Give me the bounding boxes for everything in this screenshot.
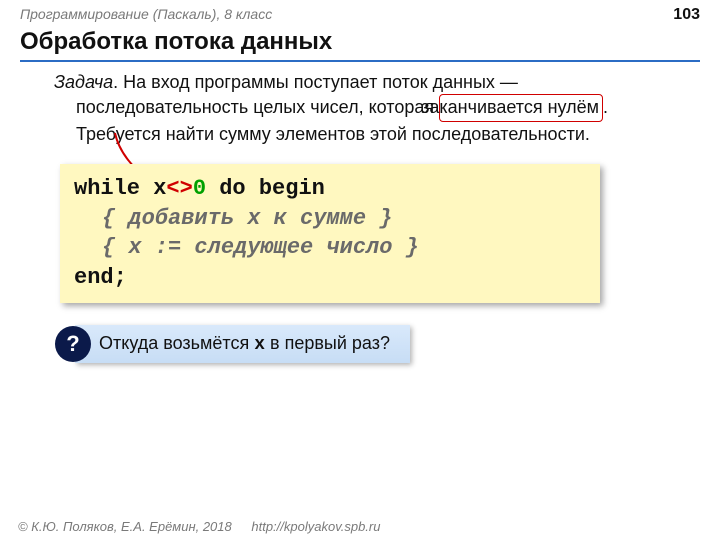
question-mark-icon: ?	[55, 326, 91, 362]
code-line-3: { x := следующее число }	[74, 233, 586, 263]
task-paragraph: Задача. На вход программы поступает пото…	[28, 70, 670, 146]
question-var: x	[254, 335, 265, 355]
question-box: Откуда возьмётся x в первый раз?	[75, 325, 410, 363]
page-number: 103	[673, 6, 700, 24]
header: Программирование (Паскаль), 8 класс 103	[0, 0, 720, 26]
question-row: ? Откуда возьмётся x в первый раз?	[55, 325, 720, 363]
code-line-1: while x<>0 do begin	[74, 174, 586, 204]
question-post: в первый раз?	[265, 333, 390, 353]
highlight-ends-with-zero: заканчивается нулём	[439, 94, 603, 121]
footer: © К.Ю. Поляков, Е.А. Ерёмин, 2018 http:/…	[18, 519, 380, 534]
code-line-2: { добавить x к сумме }	[74, 204, 586, 234]
footer-copyright: © К.Ю. Поляков, Е.А. Ерёмин, 2018	[18, 519, 232, 534]
question-pre: Откуда возьмётся	[99, 333, 254, 353]
code-line-4: end;	[74, 263, 586, 293]
code-block: while x<>0 do begin { добавить x к сумме…	[60, 164, 600, 303]
footer-link[interactable]: http://kpolyakov.spb.ru	[251, 519, 380, 534]
task-lead: Задача	[54, 72, 113, 92]
course-label: Программирование (Паскаль), 8 класс	[20, 6, 272, 24]
page-title: Обработка потока данных	[20, 28, 700, 62]
